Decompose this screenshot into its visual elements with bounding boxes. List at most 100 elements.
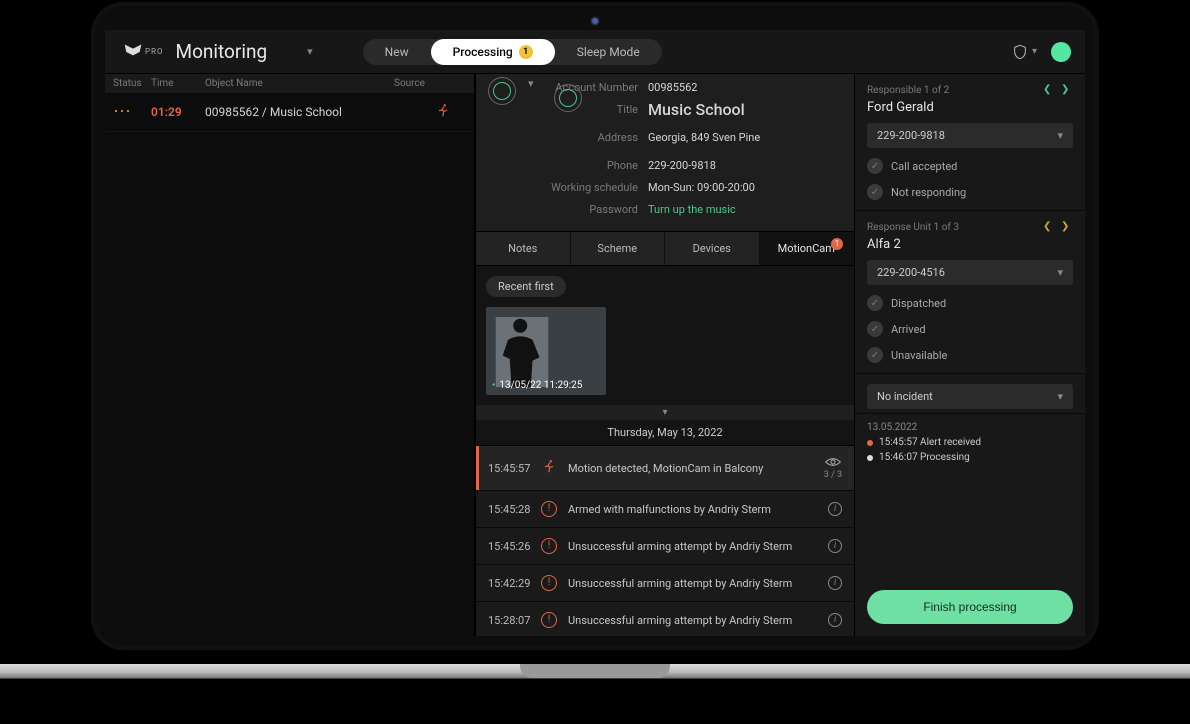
tab-motioncam[interactable]: MotionCam 1 (760, 232, 855, 265)
timeline-text: 15:45:57 Alert received (879, 437, 981, 448)
event-row[interactable]: 15:45:28!Armed with malfunctions by Andr… (476, 491, 854, 528)
object-row[interactable]: ⋯ 01:29 00985562 / Music School (105, 93, 474, 132)
event-info-button[interactable]: i (828, 576, 842, 590)
action-arrived[interactable]: ✓ Arrived (867, 321, 1073, 337)
action-dispatched[interactable]: ✓ Dispatched (867, 295, 1073, 311)
label-phone: Phone (536, 155, 648, 177)
check-icon: ✓ (867, 158, 883, 174)
event-row[interactable]: 15:45:57Motion detected, MotionCam in Ba… (476, 446, 854, 491)
event-info-button[interactable]: i (828, 502, 842, 516)
finish-processing-button[interactable]: Finish processing (867, 590, 1073, 624)
label-address: Address (536, 127, 648, 149)
laptop-trackpad-notch (520, 664, 670, 678)
shield-icon (1012, 43, 1028, 61)
mode-processing[interactable]: Processing 1 (431, 39, 555, 65)
timeline-dot-icon (867, 440, 873, 446)
event-row[interactable]: 15:45:26!Unsuccessful arming attempt by … (476, 528, 854, 565)
event-time: 15:42:29 (488, 577, 538, 590)
unit-next-icon[interactable]: ❯ (1061, 221, 1073, 233)
mode-new[interactable]: New (363, 39, 431, 65)
action-unavailable[interactable]: ✓ Unavailable (867, 347, 1073, 363)
events-list: 15:45:57Motion detected, MotionCam in Ba… (476, 446, 854, 636)
preview-timestamp: 13/05/22 11:29:25 (492, 380, 582, 391)
not-responding-label: Not responding (891, 186, 966, 199)
object-list-panel: Status Time Object Name Source ⋯ 01:29 0… (105, 74, 475, 636)
col-object-name: Object Name (205, 78, 394, 89)
sort-recent-first[interactable]: Recent first (486, 276, 566, 297)
event-text: Unsuccessful arming attempt by Andriy St… (560, 614, 828, 627)
eye-icon (825, 456, 841, 468)
action-not-responding[interactable]: ✓ Not responding (867, 184, 1073, 200)
chevron-down-icon: ▾ (1057, 266, 1063, 279)
intruder-silhouette-icon (494, 317, 550, 387)
event-text: Motion detected, MotionCam in Balcony (560, 462, 824, 475)
response-unit-panel: Response Unit 1 of 3 ❮ ❯ Alfa 2 229-200-… (855, 211, 1085, 374)
responsible-prev-icon[interactable]: ❮ (1043, 84, 1055, 96)
responsible-next-icon[interactable]: ❯ (1061, 84, 1073, 96)
action-call-accepted[interactable]: ✓ Call accepted (867, 158, 1073, 174)
motioncam-preview[interactable]: 13/05/22 11:29:25 (486, 307, 606, 395)
col-time: Time (151, 78, 205, 89)
event-info-button[interactable]: i (828, 613, 842, 627)
user-avatar[interactable] (1051, 42, 1071, 62)
event-time: 15:45:28 (488, 503, 538, 516)
warning-icon: ! (541, 575, 557, 591)
shield-dropdown[interactable]: ▾ (1012, 43, 1037, 61)
event-photo-count[interactable]: 3 / 3 (824, 456, 842, 480)
brand-text: PRO (145, 48, 163, 56)
tab-motioncam-label: MotionCam (778, 242, 835, 255)
check-icon: ✓ (867, 295, 883, 311)
label-title: Title (536, 99, 648, 121)
unit-prev-icon[interactable]: ❮ (1043, 221, 1055, 233)
incident-select[interactable]: No incident ▾ (867, 384, 1073, 409)
expand-toggle[interactable]: ▾ (476, 405, 854, 420)
warning-icon: ! (541, 538, 557, 554)
event-text: Armed with malfunctions by Andriy Sterm (560, 503, 828, 516)
right-panel: Responsible 1 of 2 ❮ ❯ Ford Gerald 229-2… (855, 74, 1085, 636)
chevron-down-icon: ▾ (1057, 390, 1063, 403)
event-time: 15:28:07 (488, 614, 538, 627)
col-source: Source (394, 78, 466, 89)
object-status-icon: ⋯ (113, 109, 151, 115)
event-time: 15:45:26 (488, 540, 538, 553)
title-dropdown-icon[interactable]: ▾ (307, 45, 313, 58)
check-icon: ✓ (867, 347, 883, 363)
timeline-item: 15:46:07 Processing (867, 452, 1073, 463)
event-row[interactable]: 15:28:07!Unsuccessful arming attempt by … (476, 602, 854, 636)
label-account: Account Number (536, 77, 648, 99)
value-account: 00985562 (648, 77, 697, 99)
tab-notes[interactable]: Notes (476, 232, 571, 265)
responsible-phone: 229-200-9818 (877, 129, 945, 142)
info-icon: i (828, 576, 842, 590)
responsible-phone-select[interactable]: 229-200-9818 ▾ (867, 123, 1073, 148)
timeline-item: 15:45:57 Alert received (867, 437, 1073, 448)
center-panel: ▾ Account Number ▾ (475, 74, 855, 636)
arm-state-icon[interactable] (488, 77, 516, 105)
chevron-down-icon[interactable]: ▾ (528, 77, 534, 90)
responsible-header: Responsible 1 of 2 (867, 85, 949, 96)
tab-scheme[interactable]: Scheme (571, 232, 666, 265)
motioncam-area: Recent first 13/05/22 11:29:25 (476, 266, 854, 405)
incident-panel: No incident ▾ (855, 374, 1085, 414)
mode-sleep[interactable]: Sleep Mode (555, 39, 662, 65)
value-schedule: Mon-Sun: 09:00-20:00 (648, 177, 755, 199)
chevron-down-icon: ▾ (1057, 129, 1063, 142)
object-list-header: Status Time Object Name Source (105, 74, 474, 93)
object-name: 00985562 / Music School (205, 105, 436, 119)
label-schedule: Working schedule (536, 177, 648, 199)
brand-logo (119, 38, 147, 66)
info-icon: i (828, 613, 842, 627)
arrived-label: Arrived (891, 323, 926, 336)
mode-processing-label: Processing (453, 39, 513, 65)
camera-notch (590, 16, 600, 26)
call-accepted-label: Call accepted (891, 160, 957, 173)
response-unit-phone-select[interactable]: 229-200-4516 ▾ (867, 260, 1073, 285)
timeline: 13.05.2022 15:45:57 Alert received15:46:… (855, 414, 1085, 471)
check-icon: ✓ (867, 321, 883, 337)
timeline-text: 15:46:07 Processing (879, 452, 970, 463)
tab-devices[interactable]: Devices (665, 232, 760, 265)
dispatched-label: Dispatched (891, 297, 946, 310)
event-row[interactable]: 15:42:29!Unsuccessful arming attempt by … (476, 565, 854, 602)
event-info-button[interactable]: i (828, 539, 842, 553)
value-address: Georgia, 849 Sven Pine (648, 127, 760, 149)
